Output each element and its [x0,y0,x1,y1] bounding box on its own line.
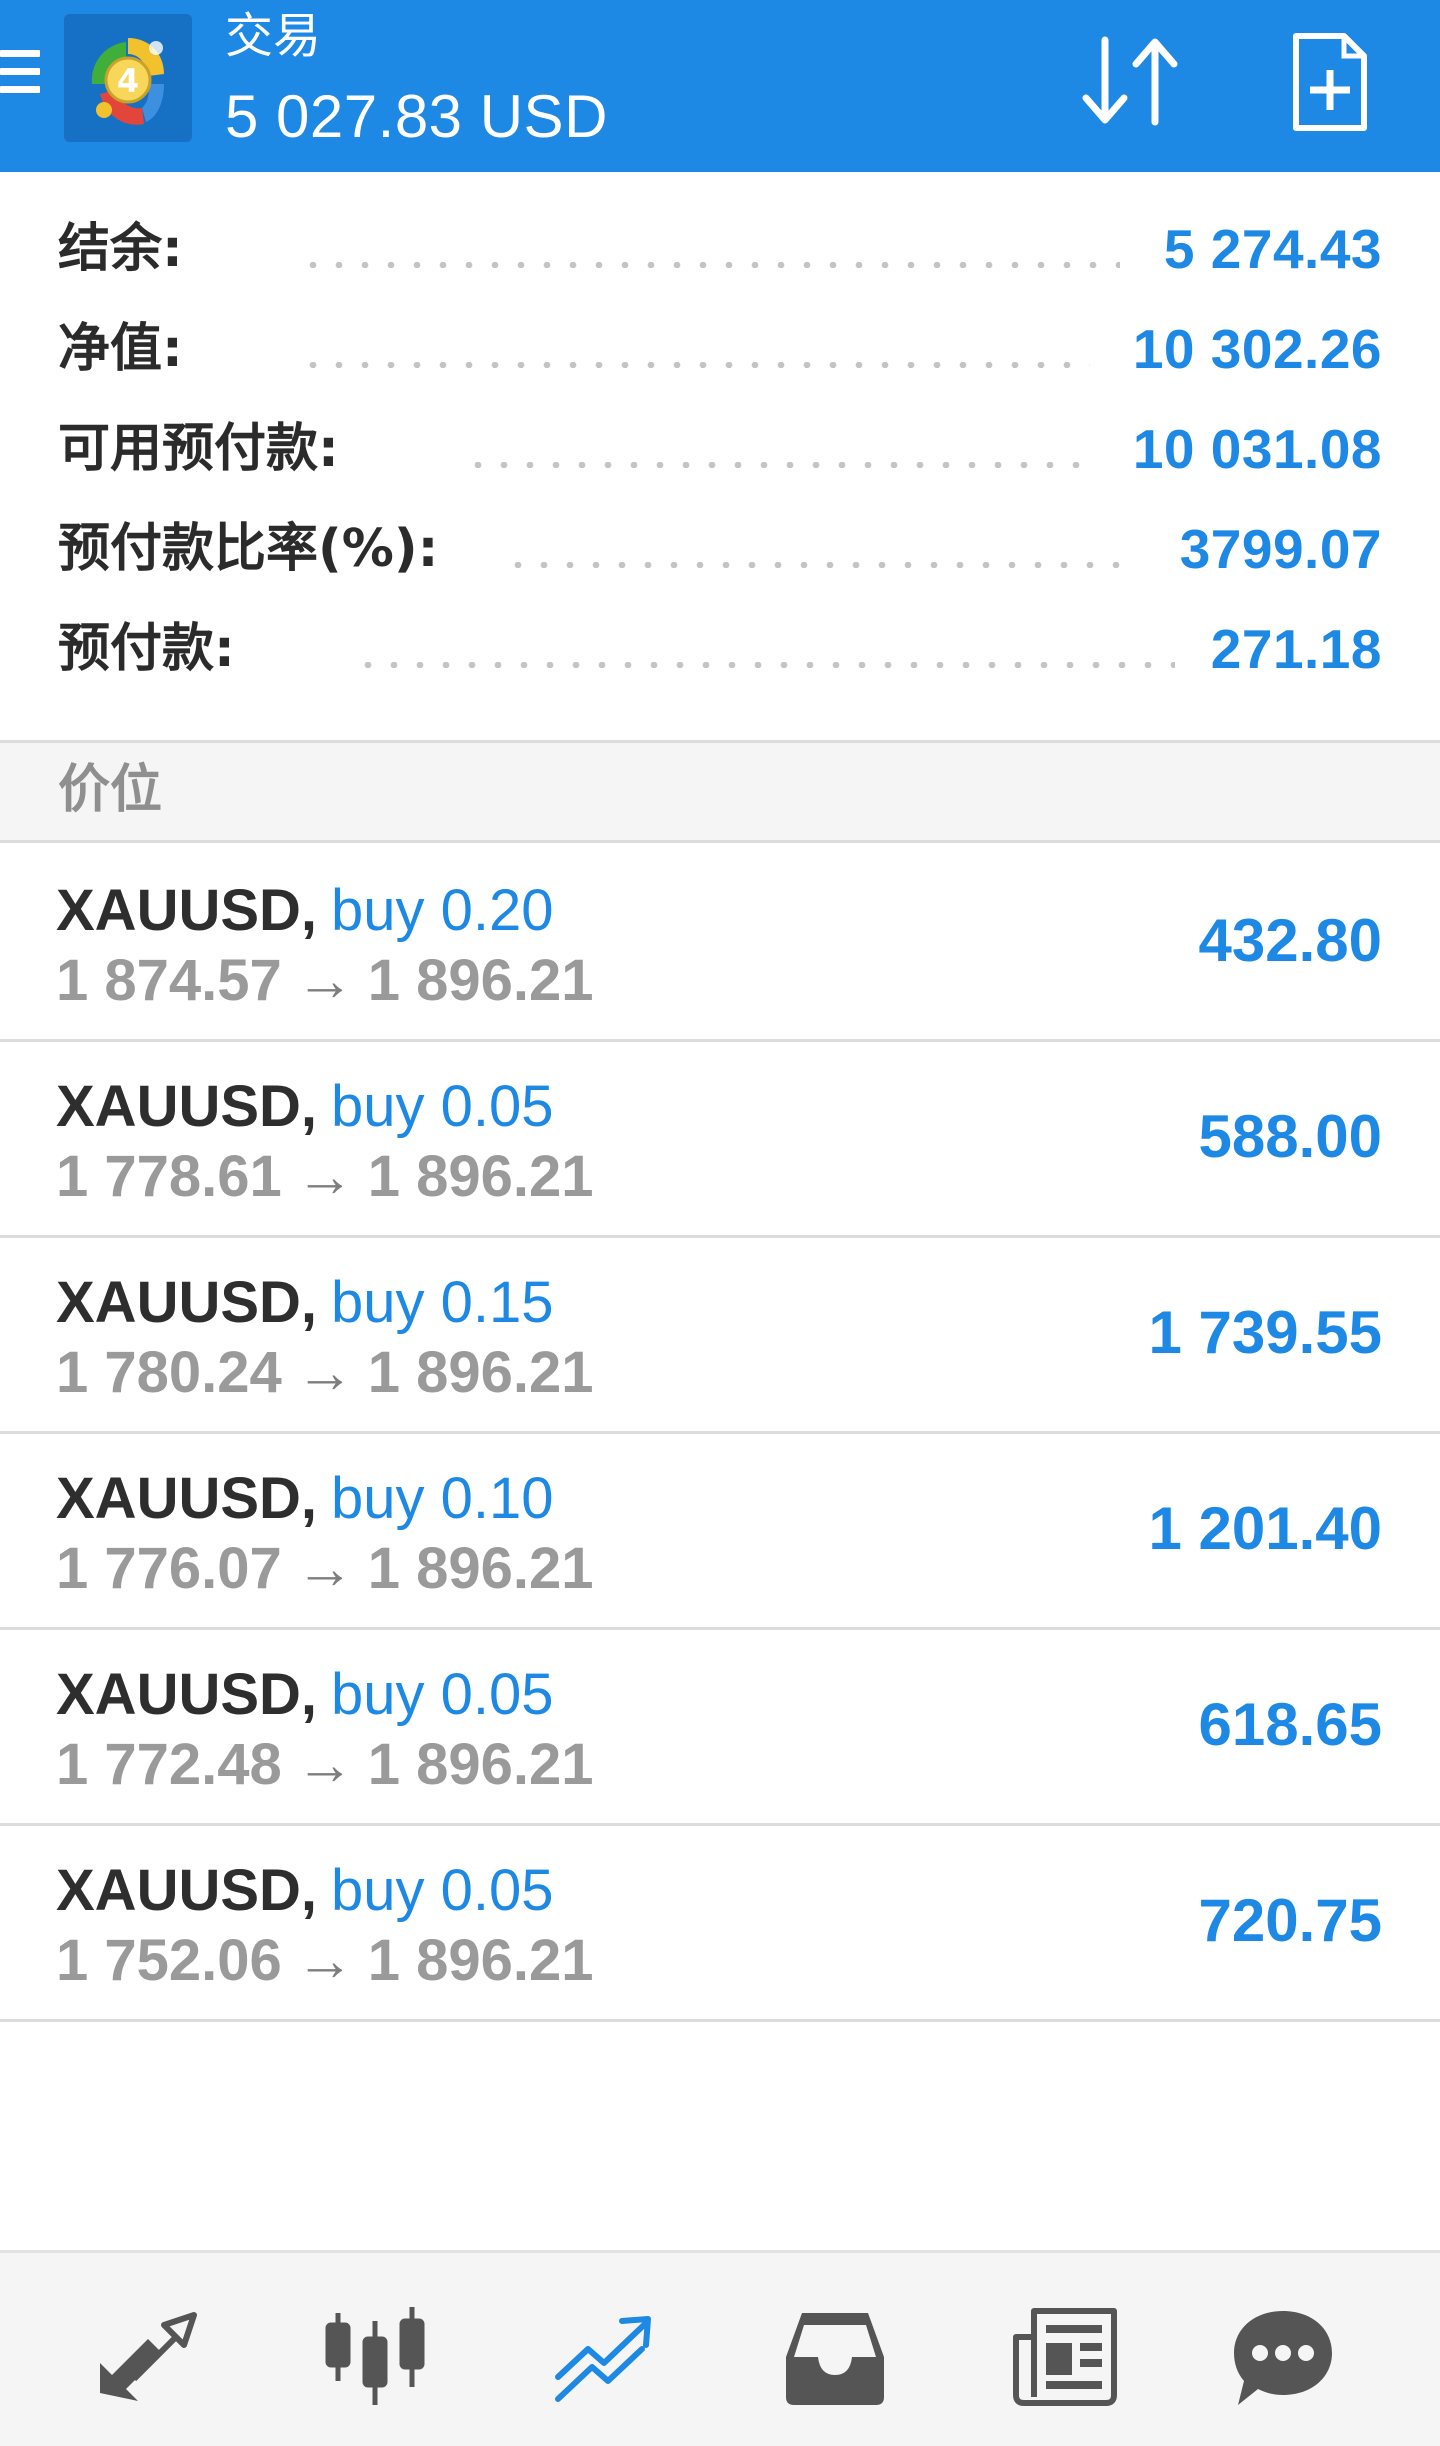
margin-level-label: 预付款比率(%): [58,519,439,579]
news-icon[interactable] [1010,2301,1120,2411]
app-header: 4 交易 5 027.83 USD [0,0,1440,172]
balance-value: 5 274.43 [1163,218,1382,280]
open-price: 1 776.07 [56,1536,282,1601]
position-type: buy 0.15 [331,1270,554,1335]
margin-level-value: 3799.07 [1179,518,1382,580]
summary-row-balance: 结余: 5 274.43 [0,200,1440,300]
arrow-right-icon: → [295,948,354,1013]
section-title: 价位 [58,760,163,820]
header-balance: 5 027.83 USD [225,83,608,150]
arrow-right-icon: → [295,1144,354,1209]
position-symbol: XAUUSD [56,1074,301,1139]
position-profit: 720.75 [1198,1887,1382,1954]
arrow-right-icon: → [295,1928,354,1993]
arrow-right-icon: → [295,1732,354,1797]
summary-row-margin: 预付款: 271.18 [0,600,1440,700]
position-profit: 618.65 [1198,1691,1382,1758]
dot-leader [355,662,1175,668]
dot-leader [300,362,1090,368]
menu-icon[interactable] [0,50,40,112]
page-title: 交易 [225,8,322,64]
position-row[interactable]: XAUUSD, buy 0.20 1 874.57 → 1 896.21 432.80 [0,846,1440,1042]
open-price: 1 752.06 [56,1928,282,1993]
bottom-navigation [0,2250,1440,2446]
position-type: buy 0.20 [331,878,554,943]
summary-row-equity: 净值: 10 302.26 [0,300,1440,400]
open-price: 1 780.24 [56,1340,282,1405]
position-row[interactable]: XAUUSD, buy 0.05 1 772.48 → 1 896.21 618.65 [0,1630,1440,1826]
account-summary: 结余: 5 274.43 净值: 10 302.26 可用预付款: 10 031… [0,200,1440,700]
free-margin-value: 10 031.08 [1132,418,1382,480]
position-type: buy 0.05 [331,1858,554,1923]
free-margin-label: 可用预付款: [58,419,339,479]
position-type: buy 0.05 [331,1074,554,1139]
open-price: 1 778.61 [56,1144,282,1209]
arrow-right-icon: → [295,1536,354,1601]
chat-icon[interactable] [1228,2301,1338,2411]
equity-label: 净值: [58,319,183,379]
equity-value: 10 302.26 [1132,318,1382,380]
dot-leader [300,262,1120,268]
trade-icon[interactable] [550,2301,660,2411]
position-row[interactable]: XAUUSD, buy 0.10 1 776.07 → 1 896.21 1 201.… [0,1434,1440,1630]
balance-label: 结余: [58,219,183,279]
summary-row-margin-level: 预付款比率(%): 3799.07 [0,500,1440,600]
quotes-icon[interactable] [92,2301,202,2411]
position-symbol: XAUUSD [56,1270,301,1335]
chart-icon[interactable] [320,2301,430,2411]
arrow-right-icon: → [295,1340,354,1405]
current-price: 1 896.21 [367,1144,594,1209]
summary-row-free-margin: 可用预付款: 10 031.08 [0,400,1440,500]
current-price: 1 896.21 [367,1928,594,1993]
positions-section-header: 价位 [0,743,1440,843]
position-row[interactable]: XAUUSD, buy 0.05 1 752.06 → 1 896.21 720.75 [0,1826,1440,2022]
dot-leader [505,562,1135,568]
open-price: 1 874.57 [56,948,282,1013]
position-profit: 1 739.55 [1148,1299,1382,1366]
position-symbol: XAUUSD [56,1466,301,1531]
position-row[interactable]: XAUUSD, buy 0.15 1 780.24 → 1 896.21 1 739.… [0,1238,1440,1434]
margin-value: 271.18 [1210,618,1382,680]
dot-leader [465,462,1090,468]
current-price: 1 896.21 [367,1340,594,1405]
position-profit: 588.00 [1198,1103,1382,1170]
position-type: buy 0.10 [331,1466,554,1531]
current-price: 1 896.21 [367,1732,594,1797]
svg-text:4: 4 [117,62,139,100]
position-row[interactable]: XAUUSD, buy 0.05 1 778.61 → 1 896.21 588.00 [0,1042,1440,1238]
current-price: 1 896.21 [367,1536,594,1601]
metatrader-logo: 4 [64,14,192,142]
position-symbol: XAUUSD [56,1662,301,1727]
position-symbol: XAUUSD [56,1858,301,1923]
history-icon[interactable] [780,2301,890,2411]
position-profit: 1 201.40 [1148,1495,1382,1562]
position-type: buy 0.05 [331,1662,554,1727]
position-symbol: XAUUSD [56,878,301,943]
new-order-icon[interactable] [1290,30,1370,134]
positions-list: XAUUSD, buy 0.20 1 874.57 → 1 896.21 432.80… [0,846,1440,2022]
margin-label: 预付款: [58,619,235,679]
sort-icon[interactable] [1070,22,1190,142]
position-profit: 432.80 [1198,907,1382,974]
current-price: 1 896.21 [367,948,594,1013]
open-price: 1 772.48 [56,1732,282,1797]
